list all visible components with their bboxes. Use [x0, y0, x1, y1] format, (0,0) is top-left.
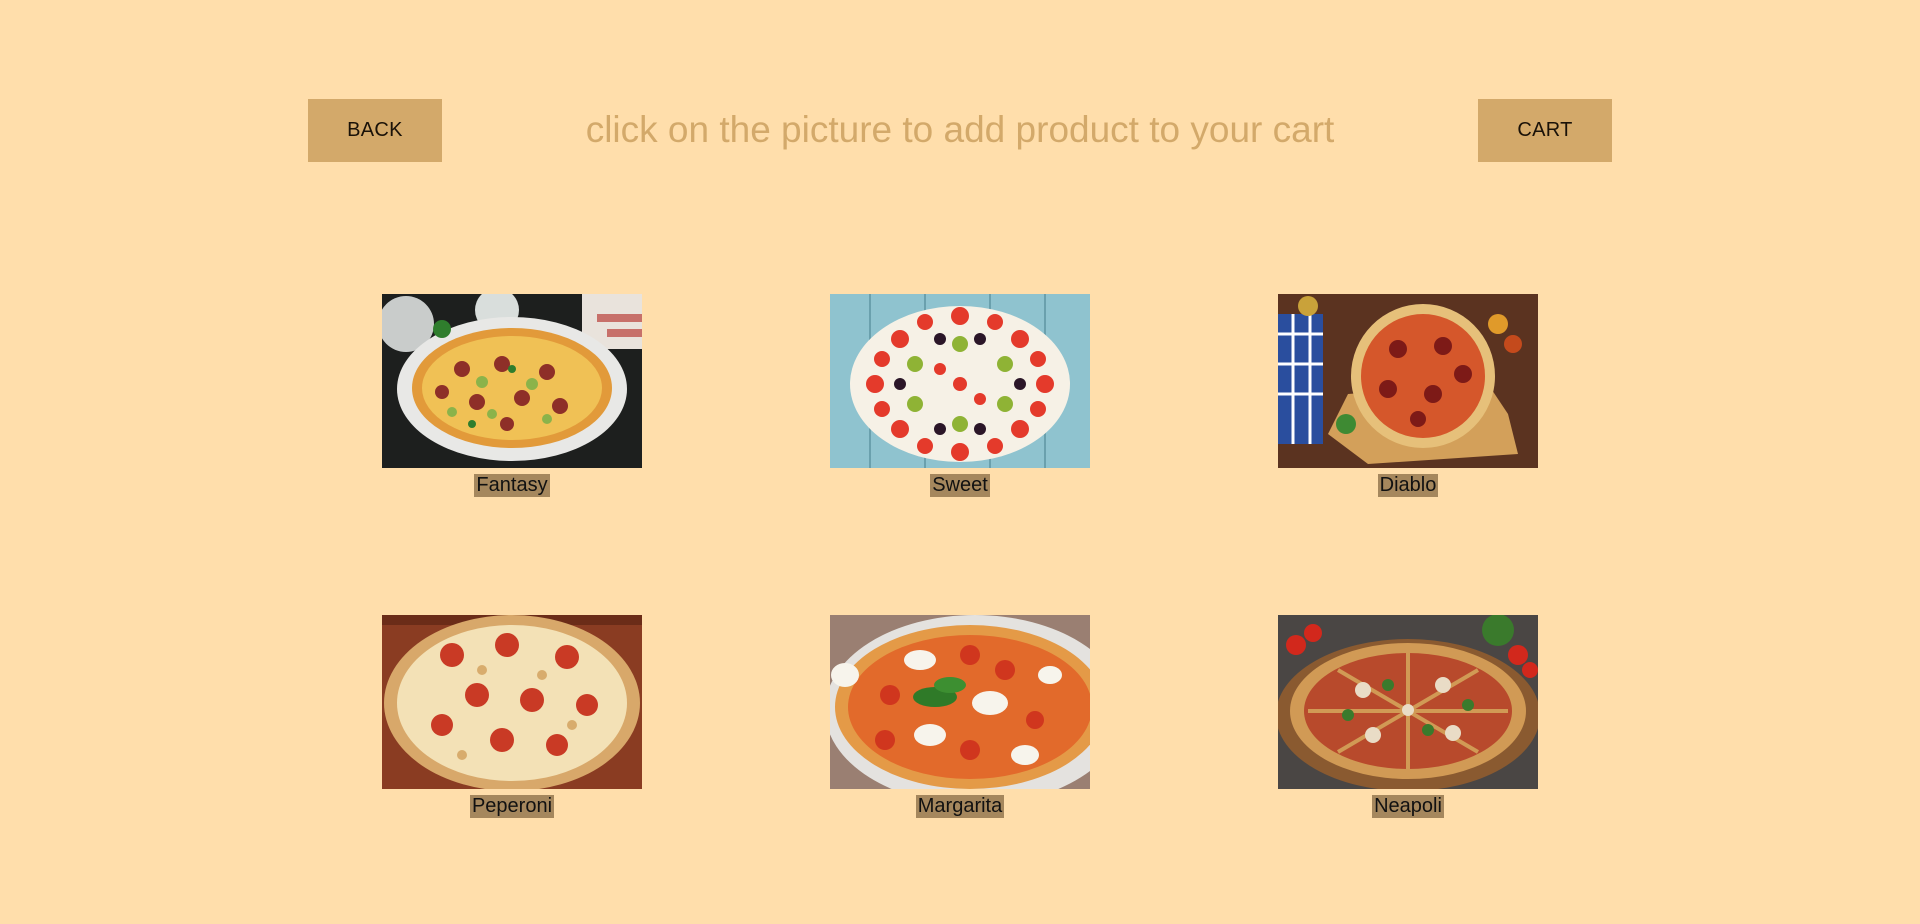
product-label: Fantasy [474, 474, 550, 497]
product-label: Sweet [930, 474, 990, 497]
pizza-diablo-image[interactable] [1278, 294, 1538, 468]
cart-button[interactable]: CART [1478, 99, 1612, 162]
pizza-fantasy-image[interactable] [382, 294, 642, 468]
product-card-margarita[interactable]: Margarita [830, 615, 1090, 818]
pizza-peperoni-image[interactable] [382, 615, 642, 789]
product-label: Peperoni [469, 795, 555, 818]
pizza-sweet-image[interactable] [830, 294, 1090, 468]
page-title: click on the picture to add product to y… [585, 109, 1335, 150]
back-button[interactable]: BACK [308, 99, 442, 162]
product-label: Margarita [915, 795, 1005, 818]
product-card-diablo[interactable]: Diablo [1278, 294, 1538, 497]
product-card-sweet[interactable]: Sweet [830, 294, 1090, 497]
pizza-neapoli-image[interactable] [1278, 615, 1538, 789]
product-label: Diablo [1377, 474, 1439, 497]
product-card-peperoni[interactable]: Peperoni [382, 615, 642, 818]
product-label: Neapoli [1372, 795, 1444, 818]
product-card-neapoli[interactable]: Neapoli [1278, 615, 1538, 818]
product-card-fantasy[interactable]: Fantasy [382, 294, 642, 497]
pizza-margarita-image[interactable] [830, 615, 1090, 789]
